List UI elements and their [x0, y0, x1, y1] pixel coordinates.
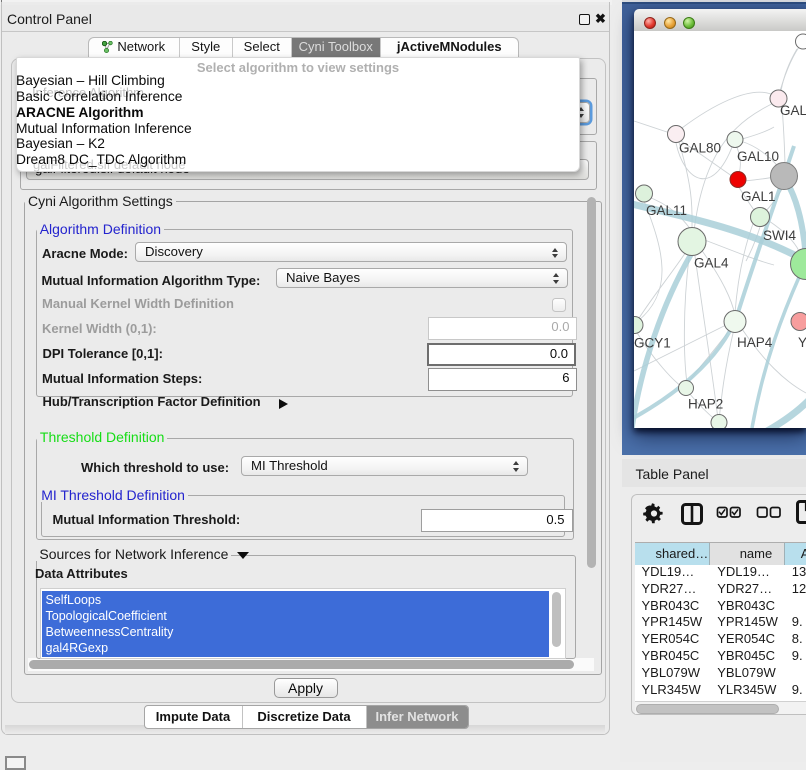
svg-text:GAL10: GAL10 [737, 149, 779, 164]
svg-text:GAL1: GAL1 [741, 189, 776, 204]
svg-text:HAP2: HAP2 [688, 397, 723, 412]
svg-text:GCY1: GCY1 [634, 336, 671, 351]
svg-text:GAL80: GAL80 [679, 141, 721, 156]
svg-text:HAP4: HAP4 [737, 335, 773, 350]
svg-text:YJR: YJR [798, 335, 806, 350]
svg-text:SWI4: SWI4 [763, 228, 796, 243]
svg-text:GAL11: GAL11 [646, 203, 687, 218]
svg-text:GAL4: GAL4 [694, 256, 729, 271]
svg-text:GAL7: GAL7 [780, 103, 806, 118]
